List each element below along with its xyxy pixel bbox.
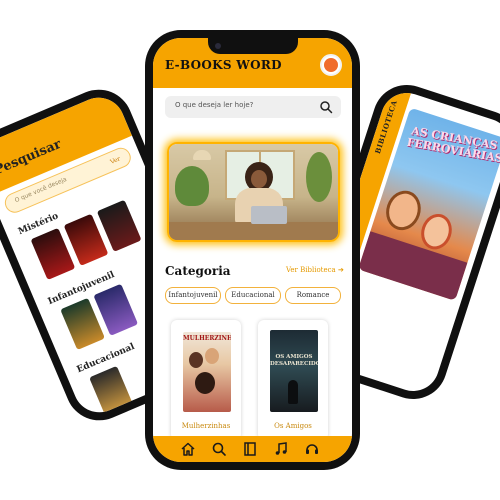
- camera-dot: [215, 43, 221, 49]
- support-icon[interactable]: [304, 441, 320, 457]
- search-input[interactable]: O que deseja ler hoje?: [165, 96, 341, 118]
- home-icon[interactable]: [180, 441, 196, 457]
- cover-figure: [195, 372, 215, 394]
- banner-plant: [306, 152, 332, 202]
- cover-character: [416, 209, 457, 254]
- cover-figure: [189, 352, 203, 368]
- avatar[interactable]: [320, 54, 342, 76]
- center-phone-mockup: E-BOOKS WORD O que deseja ler hoje? Cate…: [145, 30, 360, 470]
- book-cover: OS AMIGOS DESAPARECIDOS: [270, 330, 318, 412]
- search-icon[interactable]: [319, 100, 333, 114]
- book-title: Os Amigos: [274, 422, 312, 430]
- left-book-cover[interactable]: [89, 365, 134, 419]
- book-cover-title: MULHERZINHAS: [183, 335, 231, 342]
- right-side-label: BIBLIOTECA: [372, 98, 399, 155]
- app-title: E-BOOKS WORD: [165, 58, 282, 72]
- banner-person-face: [251, 170, 267, 188]
- avatar-image: [324, 58, 338, 72]
- right-cover-title: AS CRIANÇAS FERROVIÁRIAS: [405, 124, 500, 166]
- search-placeholder: O que deseja ler hoje?: [175, 101, 254, 109]
- category-chip-romance[interactable]: Romance: [285, 287, 341, 304]
- banner-desk: [169, 222, 338, 240]
- category-title: Categoria: [165, 264, 231, 278]
- book-card[interactable]: OS AMIGOS DESAPARECIDOS Os Amigos: [258, 320, 328, 440]
- left-see-all-link[interactable]: Ver: [109, 155, 121, 165]
- book-title: Mulherzinhas: [181, 422, 231, 430]
- category-chip-infantojuvenil[interactable]: Infantojuvenil: [165, 287, 221, 304]
- category-chip-educacional[interactable]: Educacional: [225, 287, 281, 304]
- featured-banner[interactable]: [167, 142, 340, 242]
- cover-figure: [288, 380, 298, 404]
- see-library-link[interactable]: Ver Biblioteca ➔: [286, 266, 344, 274]
- cover-ground: [358, 231, 468, 301]
- banner-laptop: [251, 206, 287, 224]
- book-cover-title: OS AMIGOS DESAPARECIDOS: [270, 354, 318, 367]
- music-icon[interactable]: [273, 441, 289, 457]
- search-icon[interactable]: [211, 441, 227, 457]
- phone-notch: [208, 38, 298, 54]
- cover-figure: [205, 348, 219, 364]
- banner-lamp: [193, 150, 211, 160]
- center-phone-screen: E-BOOKS WORD O que deseja ler hoje? Cate…: [153, 38, 352, 462]
- library-icon[interactable]: [242, 441, 258, 457]
- bottom-nav: [153, 436, 352, 462]
- cover-character: [381, 186, 426, 235]
- banner-plant: [175, 166, 209, 206]
- book-cover: MULHERZINHAS: [183, 332, 231, 412]
- app-header: E-BOOKS WORD: [153, 38, 352, 88]
- book-card[interactable]: MULHERZINHAS Mulherzinhas: [171, 320, 241, 440]
